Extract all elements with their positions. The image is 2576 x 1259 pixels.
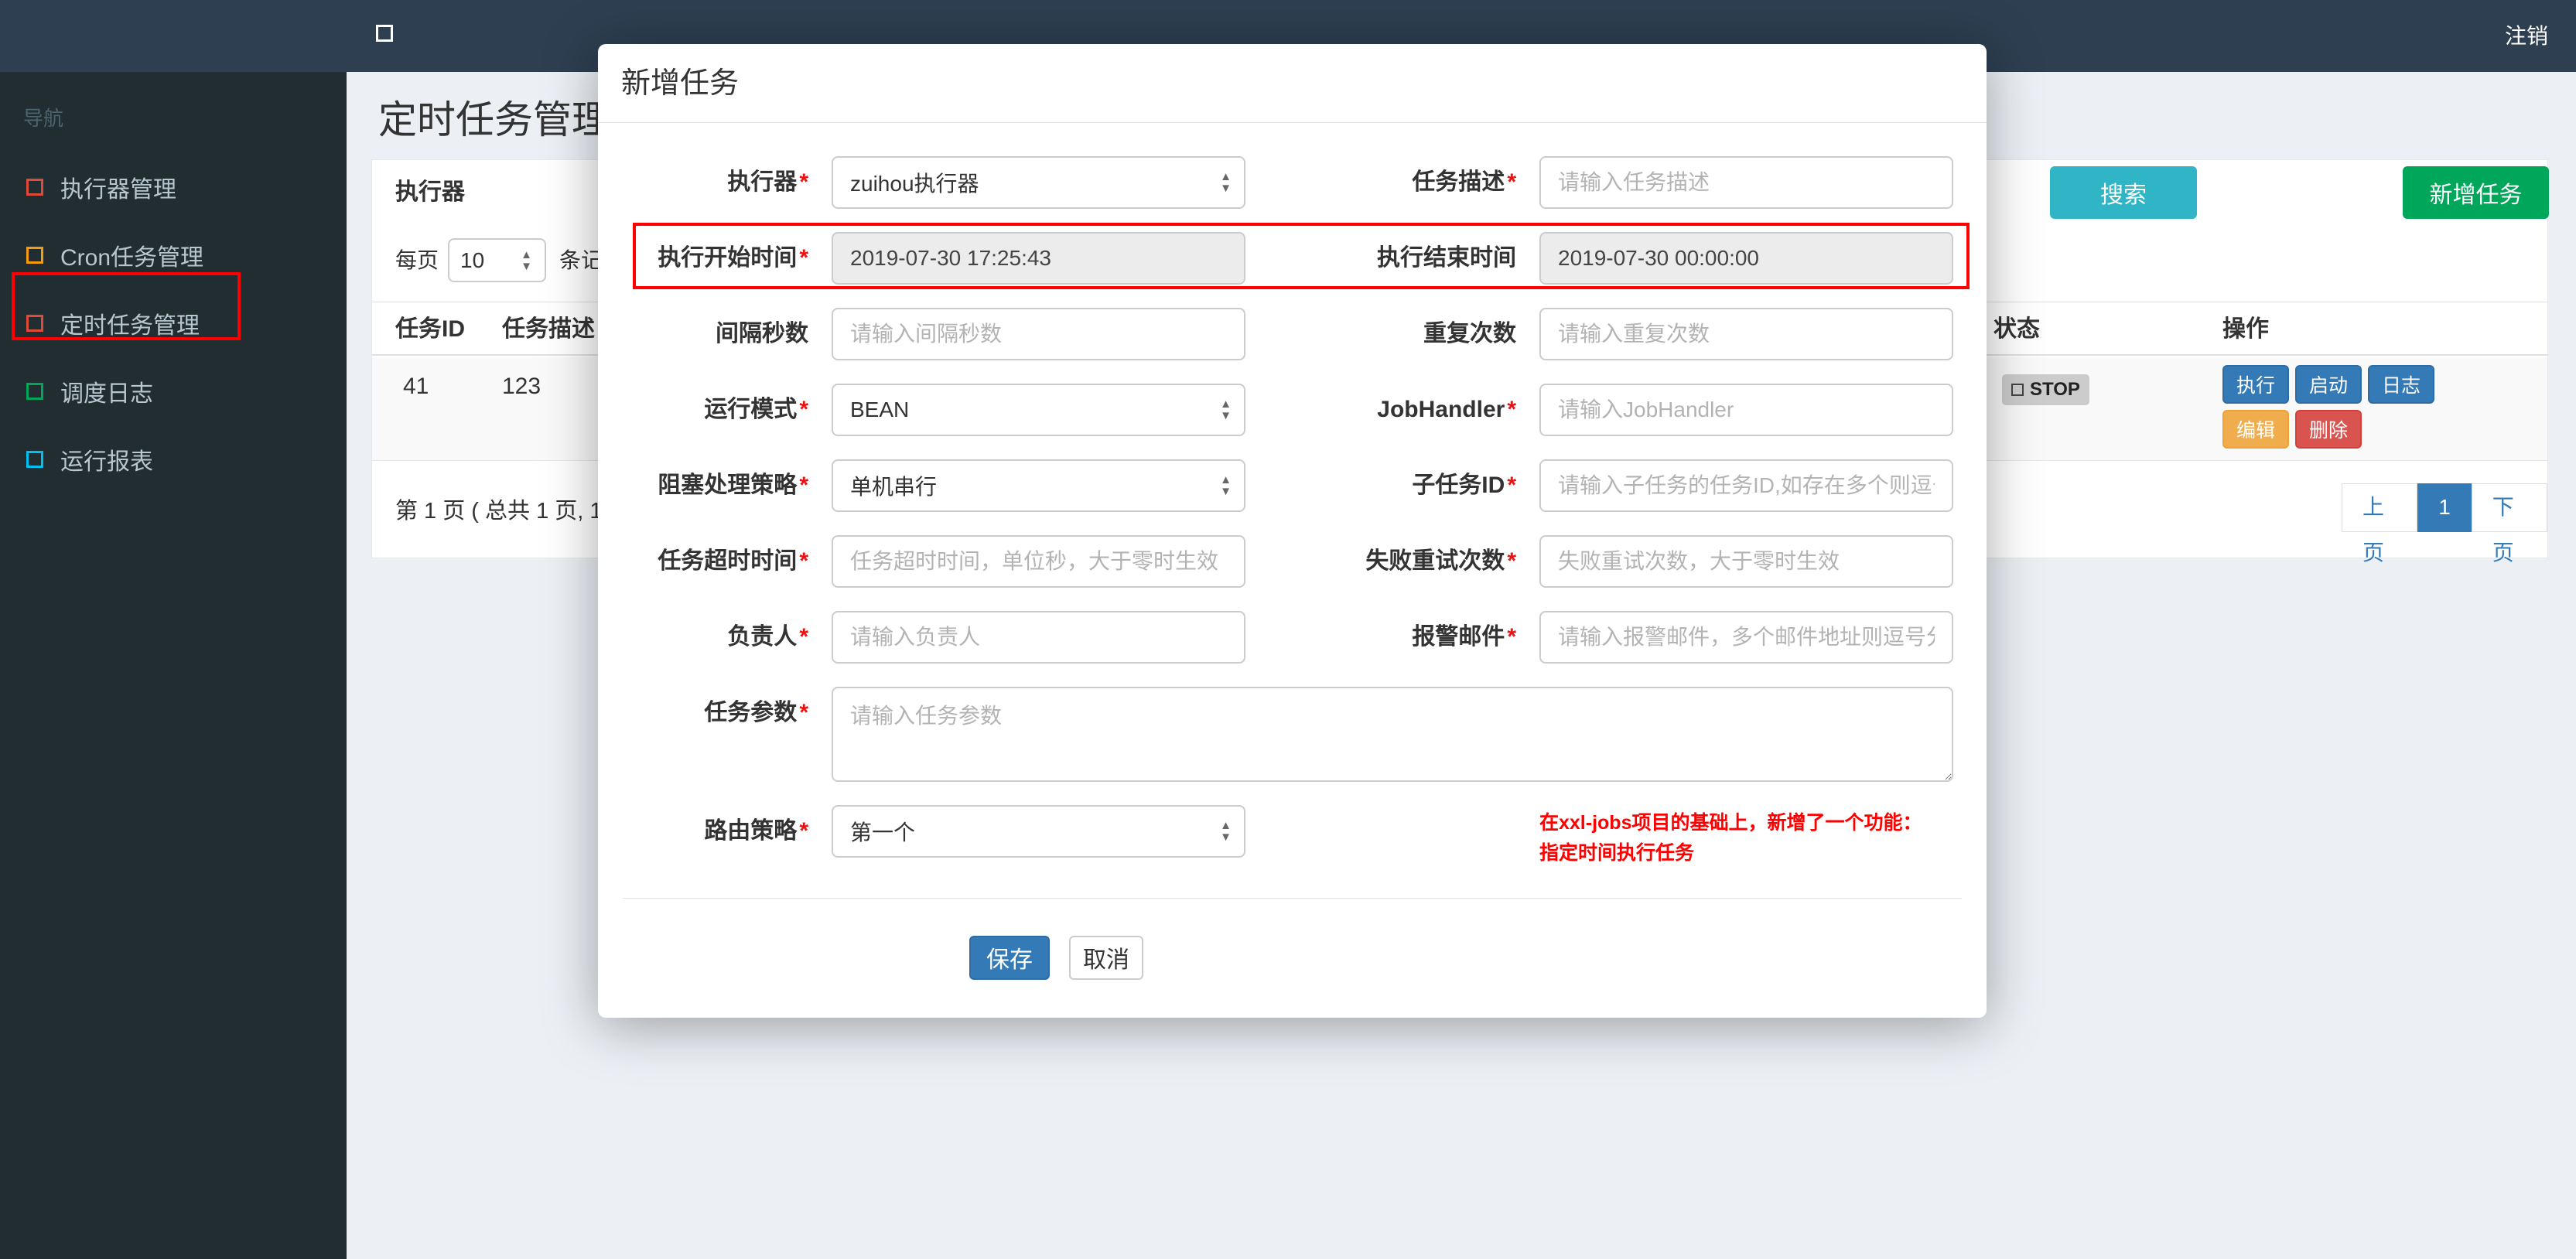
repeat-count-label: 重复次数 [1423,321,1516,346]
timeout-input[interactable] [832,535,1245,588]
sidebar-item-label: 定时任务管理 [60,313,200,339]
log-button[interactable]: 日志 [2368,365,2435,404]
per-page-suffix: 条记 [559,248,603,272]
pagination-info: 第 1 页 ( 总共 1 页, 1 [395,499,603,524]
col-status: 状态 [1993,316,2040,342]
sidebar-item-label: 调度日志 [60,381,153,407]
prev-page-button[interactable]: 上页 [2342,483,2418,565]
col-task-desc: 任务描述 [502,316,595,342]
sidebar-item-label: Cron任务管理 [60,245,204,271]
owner-input[interactable] [832,611,1245,664]
sidebar-item-scheduled-task-management[interactable]: 定时任务管理 [0,289,347,357]
nav-list: 执行器管理 Cron任务管理 定时任务管理 调度日志 运行报表 [0,153,347,493]
run-mode-select[interactable]: BEAN ▲ ▼ [832,384,1245,436]
child-job-id-input[interactable] [1539,459,1953,512]
sidebar-item-label: 执行器管理 [60,177,176,203]
square-icon [26,179,43,196]
repeat-count-input[interactable] [1539,308,1953,360]
add-task-modal: 新增任务 执行器 zuihou执行器 ▲▼ 任务描述 执行开始时间 执行结束时间… [598,44,1987,1018]
col-ops: 操作 [2222,316,2269,342]
select-arrows-icon: ▲ ▼ [1220,819,1232,844]
cell-task-id: 41 [403,374,429,399]
next-page-button[interactable]: 下页 [2471,483,2547,565]
pagination: 上页 1 下页 [2342,483,2547,565]
sidebar-item-label: 运行报表 [60,449,153,475]
block-strategy-select[interactable]: 单机串行 ▲ ▼ [832,459,1245,512]
modal-footer: 保存 取消 [623,899,1962,980]
modal-header: 新增任务 [598,44,1987,123]
select-arrows-icon: ▲ ▼ [1220,397,1232,422]
executor-select[interactable]: zuihou执行器 ▲ ▼ [832,156,1245,209]
select-arrows-icon: ▲ ▼ [521,247,532,273]
edit-button[interactable]: 编辑 [2222,410,2290,449]
sidebar-item-executor-management[interactable]: 执行器管理 [0,153,347,221]
per-page-value: 10 [460,247,485,272]
job-params-label: 任务参数 [623,687,808,739]
logout-link[interactable]: 注销 [2505,0,2548,72]
add-task-button[interactable]: 新增任务 [2403,166,2549,219]
square-icon [26,383,43,400]
execute-button[interactable]: 执行 [2222,365,2290,404]
job-params-textarea[interactable] [832,687,1953,782]
interval-seconds-label: 间隔秒数 [716,321,808,346]
save-button[interactable]: 保存 [969,935,1050,980]
square-icon [26,315,43,332]
executor-label: 执行器 [623,156,808,209]
modal-title: 新增任务 [621,67,740,100]
child-job-id-label: 子任务ID [1269,459,1516,512]
cancel-button[interactable]: 取消 [1069,935,1143,980]
feature-note-line1: 在xxl-jobs项目的基础上，新增了一个功能： [1539,812,1922,834]
select-arrows-icon: ▲ ▼ [1220,170,1232,195]
square-icon [26,247,43,264]
start-time-label: 执行开始时间 [623,232,808,285]
sidebar-toggle-icon[interactable] [376,25,393,42]
owner-label: 负责人 [623,611,808,664]
end-time-input[interactable] [1539,232,1953,285]
alarm-email-input[interactable] [1539,611,1953,664]
job-handler-label: JobHandler [1269,384,1516,436]
route-strategy-select-value: 第一个 [850,821,916,844]
run-mode-select-value: BEAN [850,397,910,421]
nav-header: 导航 [23,107,64,130]
run-mode-label: 运行模式 [623,384,808,436]
page-title: 定时任务管理 [378,98,610,142]
alarm-email-label: 报警邮件 [1269,611,1516,664]
executor-select-value: zuihou执行器 [850,172,979,196]
delete-button[interactable]: 删除 [2295,410,2362,449]
square-icon [26,451,43,468]
feature-note: 在xxl-jobs项目的基础上，新增了一个功能： 指定时间执行任务 [1539,805,1953,868]
status-badge: STOP [2002,374,2089,405]
sidebar-item-dispatch-log[interactable]: 调度日志 [0,357,347,425]
feature-note-line2: 指定时间执行任务 [1539,841,1695,864]
timeout-label: 任务超时时间 [623,535,808,588]
status-label: STOP [2030,379,2080,400]
start-button[interactable]: 启动 [2295,365,2362,404]
job-desc-input[interactable] [1539,156,1953,209]
executor-filter-label: 执行器 [395,179,465,205]
search-button[interactable]: 搜索 [2050,166,2197,219]
route-strategy-select[interactable]: 第一个 ▲ ▼ [832,805,1245,858]
fail-retry-input[interactable] [1539,535,1953,588]
end-time-label: 执行结束时间 [1377,245,1516,271]
start-time-input[interactable] [832,232,1245,285]
interval-seconds-input[interactable] [832,308,1245,360]
sidebar-item-run-report[interactable]: 运行报表 [0,425,347,493]
block-strategy-label: 阻塞处理策略 [623,459,808,512]
job-desc-label: 任务描述 [1269,156,1516,209]
sidebar: 导航 执行器管理 Cron任务管理 定时任务管理 调度日志 运行报表 [0,72,347,1259]
fail-retry-label: 失败重试次数 [1269,535,1516,588]
stop-icon [2011,384,2024,396]
route-strategy-label: 路由策略 [623,805,808,858]
col-task-id: 任务ID [395,316,465,342]
block-strategy-select-value: 单机串行 [850,475,938,499]
per-page-select[interactable]: 10 ▲ ▼ [448,238,546,282]
select-arrows-icon: ▲ ▼ [1220,473,1232,498]
job-handler-input[interactable] [1539,384,1953,436]
sidebar-item-cron-task-management[interactable]: Cron任务管理 [0,221,347,289]
per-page-label: 每页 [395,248,439,272]
cell-task-desc: 123 [502,374,542,399]
row-operations: 执行 启动 日志 编辑 删除 [2222,365,2501,455]
page-1-button[interactable]: 1 [2417,483,2472,532]
modal-body: 执行器 zuihou执行器 ▲▼ 任务描述 执行开始时间 执行结束时间 间隔秒数… [598,123,1987,980]
